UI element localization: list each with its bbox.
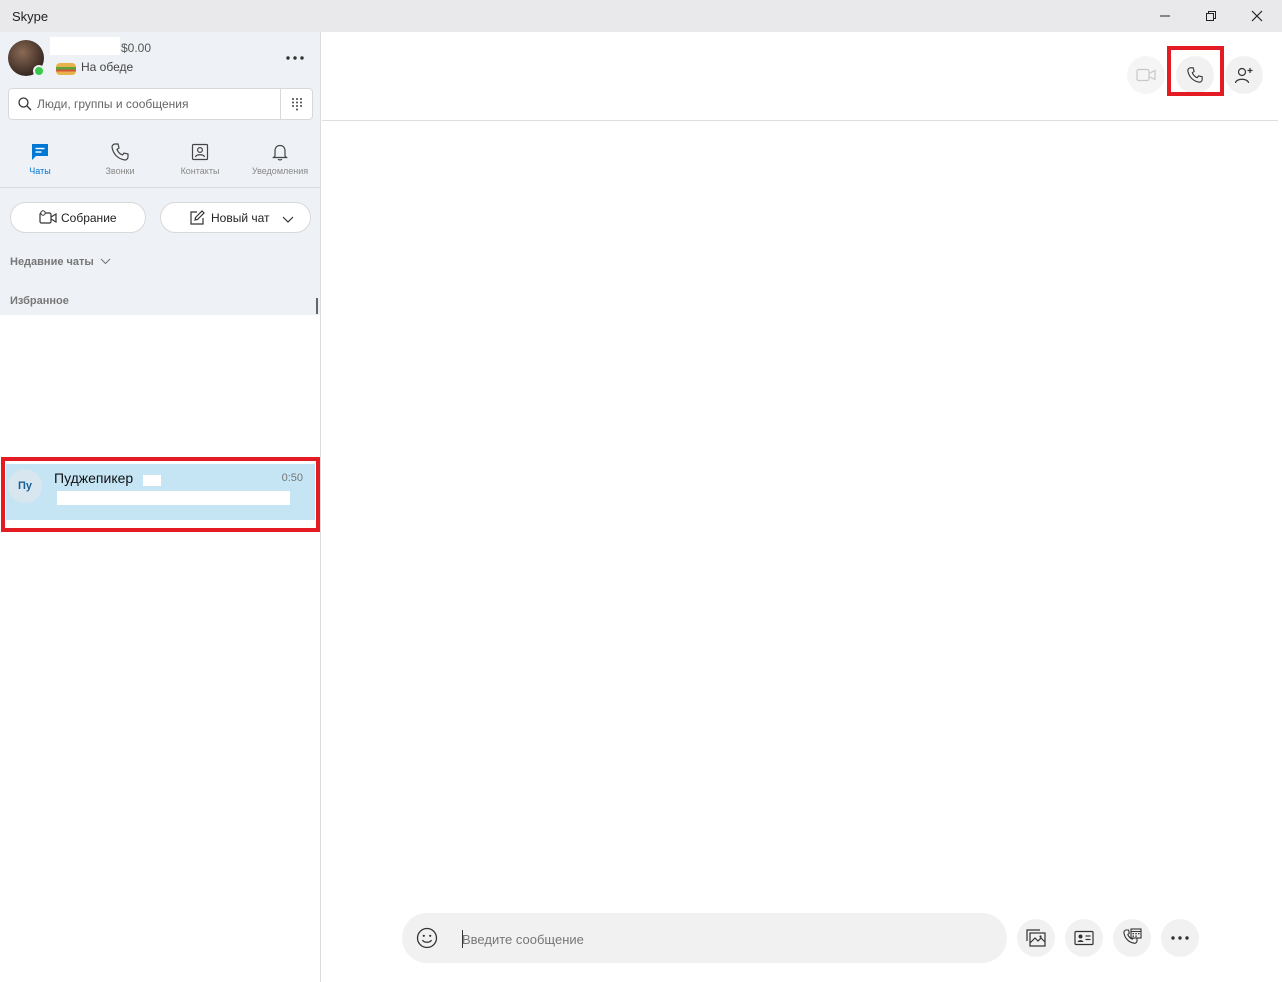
contacts-icon bbox=[188, 140, 212, 164]
window-title: Skype bbox=[12, 9, 49, 24]
chevron-down-icon bbox=[100, 258, 111, 265]
restore-button[interactable] bbox=[1188, 0, 1234, 32]
header-divider bbox=[322, 120, 1278, 121]
mood-message[interactable]: На обеде bbox=[81, 60, 133, 74]
new-chat-button[interactable]: Новый чат bbox=[160, 202, 311, 233]
more-icon bbox=[286, 56, 304, 60]
recent-chats-header[interactable]: Недавние чаты bbox=[10, 256, 111, 268]
conversation-pane bbox=[322, 32, 1282, 982]
close-button[interactable] bbox=[1234, 0, 1280, 32]
tab-notifications[interactable]: Уведомления bbox=[240, 132, 320, 188]
main-tabs: Чаты Звонки Контакты Уведомления bbox=[0, 132, 320, 188]
tab-label: Чаты bbox=[29, 166, 51, 176]
bell-icon bbox=[268, 140, 292, 164]
online-status-icon bbox=[33, 65, 45, 77]
dialpad-button[interactable] bbox=[280, 89, 313, 119]
more-options-button[interactable] bbox=[280, 46, 310, 70]
title-bar: Skype bbox=[0, 0, 1282, 32]
schedule-call-icon bbox=[1123, 928, 1142, 944]
gallery-icon bbox=[1026, 929, 1046, 947]
message-input[interactable] bbox=[462, 929, 982, 949]
close-icon bbox=[1251, 10, 1263, 22]
tab-label: Уведомления bbox=[251, 166, 309, 176]
more-icon bbox=[1171, 936, 1189, 940]
more-compose-options-button[interactable] bbox=[1161, 919, 1199, 957]
add-person-icon bbox=[1234, 67, 1253, 84]
new-chat-label: Новый чат bbox=[211, 211, 270, 225]
minimize-button[interactable] bbox=[1142, 0, 1188, 32]
sidebar-header: $0.00 На обеде Люди, группы и сообщения … bbox=[0, 32, 320, 315]
meet-now-button[interactable]: Собрание bbox=[10, 202, 146, 233]
credit-balance[interactable]: $0.00 bbox=[121, 41, 151, 55]
phone-icon bbox=[108, 140, 132, 164]
tab-chats[interactable]: Чаты bbox=[0, 132, 80, 188]
emoji-button[interactable] bbox=[415, 926, 439, 950]
meet-now-label: Собрание bbox=[61, 211, 117, 225]
tab-contacts[interactable]: Контакты bbox=[160, 132, 240, 188]
scrollbar-thumb[interactable] bbox=[316, 298, 318, 314]
minimize-icon bbox=[1160, 15, 1170, 17]
sandwich-emoji-icon bbox=[56, 63, 76, 75]
search-input[interactable] bbox=[37, 95, 277, 113]
tab-label: Звонки bbox=[105, 166, 135, 176]
highlight-box bbox=[1, 457, 320, 532]
add-people-button[interactable] bbox=[1225, 56, 1263, 94]
recent-chats-label: Недавние чаты bbox=[10, 256, 94, 268]
video-meeting-icon bbox=[39, 210, 57, 229]
video-call-button[interactable] bbox=[1127, 56, 1165, 94]
highlight-box bbox=[1167, 46, 1224, 96]
chevron-down-icon[interactable] bbox=[282, 213, 294, 227]
tab-label: Контакты bbox=[180, 166, 220, 176]
video-camera-icon bbox=[1136, 68, 1156, 82]
profile-name-redacted bbox=[50, 37, 120, 55]
favorites-header[interactable]: Избранное bbox=[10, 295, 69, 307]
smiley-icon bbox=[416, 927, 438, 949]
compose-icon bbox=[189, 210, 205, 229]
dialpad-icon bbox=[292, 98, 302, 111]
restore-icon bbox=[1206, 11, 1216, 21]
chat-icon bbox=[28, 140, 52, 164]
search-icon bbox=[18, 97, 32, 116]
schedule-call-button[interactable] bbox=[1113, 919, 1151, 957]
sidebar: $0.00 На обеде Люди, группы и сообщения … bbox=[0, 32, 321, 982]
contact-card-icon bbox=[1074, 930, 1094, 946]
tab-calls[interactable]: Звонки bbox=[80, 132, 160, 188]
add-files-button[interactable] bbox=[1017, 919, 1055, 957]
search-box[interactable] bbox=[8, 88, 313, 120]
send-contact-button[interactable] bbox=[1065, 919, 1103, 957]
message-composer[interactable] bbox=[402, 913, 1007, 963]
